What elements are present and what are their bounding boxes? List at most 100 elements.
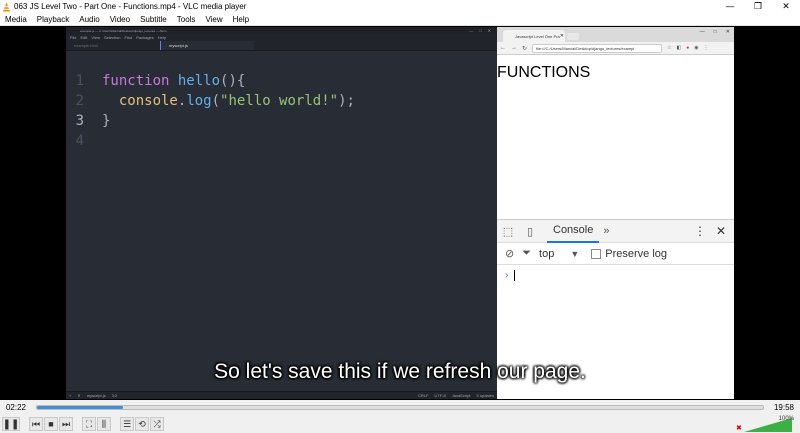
mute-icon: ✖ xyxy=(736,425,742,432)
code-line: function hello(){ xyxy=(102,71,355,91)
reload-icon: ↻ xyxy=(522,45,528,52)
window-title: 063 JS Level Two - Part One - Functions.… xyxy=(14,2,247,11)
code-editor: example.js — C:\Users\Marcial\Desktop\dj… xyxy=(66,27,497,399)
extended-settings-button[interactable]: ⫼ xyxy=(97,417,111,431)
editor-menu-file: File xyxy=(70,35,77,40)
console-toolbar: ⊘ ⏷ top ▼ Preserve log xyxy=(497,243,734,265)
browser-tab-title: Javascript Level One Pra xyxy=(515,33,560,39)
editor-body: 1 2 3 4 function hello(){ console.log("h… xyxy=(66,51,497,378)
status-grammar: JavaScript xyxy=(451,393,471,398)
editor-tab-myscript-js: myscript.js xyxy=(160,41,254,50)
editor-title: example.js — C:\Users\Marcial\Desktop\dj… xyxy=(80,28,167,33)
dropdown-arrow-icon: ▼ xyxy=(570,248,580,259)
function-name: hello xyxy=(177,73,221,89)
pause-button[interactable]: ❚❚ xyxy=(2,417,20,431)
prompt-chevron-icon: › xyxy=(505,269,509,281)
editor-menu: File Edit View Selection Find Packages H… xyxy=(66,34,497,41)
shuffle-icon: ⤮ xyxy=(153,418,161,429)
code-line: console.log("hello world!"); xyxy=(102,91,355,111)
volume-percent: 100% xyxy=(778,416,794,422)
vlc-menu-bar: Media Playback Audio Video Subtitle Tool… xyxy=(0,13,800,26)
next-icon: ⏭ xyxy=(61,418,71,429)
menu-subtitle[interactable]: Subtitle xyxy=(135,15,172,24)
devtools-tab-bar: ⬚ ▯ Console » ⋮ ✕ xyxy=(497,220,734,243)
volume-control[interactable]: ✖ 100% xyxy=(736,416,796,432)
browser-maximize-icon: □ xyxy=(713,29,717,35)
previous-button[interactable]: ⏮ xyxy=(29,417,43,431)
loop-button[interactable]: ⟲ xyxy=(135,417,149,431)
log-method: log xyxy=(186,93,212,109)
bookmark-star-icon: ☆ xyxy=(667,45,672,51)
new-tab-icon xyxy=(567,33,579,40)
browser-tab-close-icon: ✕ xyxy=(559,33,564,39)
equalizer-icon: ⫼ xyxy=(101,418,107,429)
playlist-button[interactable]: ☰ xyxy=(120,417,134,431)
address-bar-url: file:///C:/Users/Marcial/Desktop/django_… xyxy=(536,45,635,51)
editor-menu-help: Help xyxy=(157,35,167,40)
address-bar: file:///C:/Users/Marcial/Desktop/django_… xyxy=(532,43,663,53)
stop-icon: ■ xyxy=(48,419,54,429)
browser-toolbar: ← → ↻ file:///C:/Users/Marcial/Desktop/d… xyxy=(497,42,734,55)
menu-playback[interactable]: Playback xyxy=(32,15,74,24)
menu-help[interactable]: Help xyxy=(228,15,254,24)
preserve-log-label: Preserve log xyxy=(605,247,668,260)
add-file-icon: + xyxy=(69,393,72,398)
console-prompt: › xyxy=(497,265,734,285)
extension-icon: ◉ xyxy=(694,45,699,51)
vlc-cone-icon xyxy=(2,2,11,11)
context-selector: top xyxy=(539,247,555,260)
editor-tab-example-html: example.html xyxy=(74,43,98,48)
close-button[interactable]: ✕ xyxy=(772,0,800,13)
console-tab: Console xyxy=(547,220,600,243)
restore-button[interactable]: ❐ xyxy=(744,0,772,13)
menu-media[interactable]: Media xyxy=(0,15,32,24)
close-file-icon: ✕ xyxy=(77,393,81,398)
minimize-button[interactable]: — xyxy=(716,0,744,13)
menu-tools[interactable]: Tools xyxy=(172,15,201,24)
loop-icon: ⟲ xyxy=(138,418,146,429)
next-button[interactable]: ⏭ xyxy=(59,417,73,431)
code-line: } xyxy=(102,111,355,131)
browser-tab-strip: Javascript Level One Pra ✕ — □ ✕ xyxy=(497,27,734,42)
editor-minimize-icon: — xyxy=(469,28,474,33)
editor-close-icon: ✕ xyxy=(487,28,491,33)
fullscreen-button[interactable]: ⛶ xyxy=(82,417,96,431)
browser-menu-icon: ⋮ xyxy=(703,45,709,51)
pause-icon: ❚❚ xyxy=(2,418,20,430)
editor-menu-selection: Selection xyxy=(103,35,121,40)
elapsed-time: 02:22 xyxy=(5,403,27,412)
forward-arrow-icon: → xyxy=(511,45,517,51)
string-literal: "hello world!" xyxy=(220,93,339,109)
menu-view[interactable]: View xyxy=(200,15,227,24)
preserve-log-checkbox xyxy=(591,248,602,259)
browser-close-icon: ✕ xyxy=(725,29,730,35)
keyword-function: function xyxy=(102,73,170,89)
console-object: console xyxy=(118,93,178,109)
menu-video[interactable]: Video xyxy=(105,15,135,24)
browser-tab: Javascript Level One Pra ✕ xyxy=(503,30,565,42)
browser-minimize-icon: — xyxy=(699,29,705,35)
playlist-icon: ☰ xyxy=(122,418,132,429)
web-page: FUNCTIONS xyxy=(497,55,734,235)
extension-icon: ◧ xyxy=(676,45,682,51)
player-controls: ❚❚ ⏮ ■ ⏭ ⛶ ⫼ ☰ ⟲ ⤮ ✖ 100% xyxy=(0,415,800,433)
browser-window: Javascript Level One Pra ✕ — □ ✕ ← → ↻ fil… xyxy=(497,27,734,399)
editor-menu-packages: Packages xyxy=(136,35,154,40)
editor-status-bar: + ✕ myscript.js 3:2 CRLF UTF-8 JavaScrip… xyxy=(66,391,497,399)
code-punct: } xyxy=(102,113,111,129)
device-toolbar-icon: ▯ xyxy=(526,225,534,238)
seek-bar[interactable] xyxy=(36,405,764,410)
editor-menu-edit: Edit xyxy=(80,35,88,40)
seek-row: 02:22 19:58 xyxy=(0,400,800,415)
stop-button[interactable]: ■ xyxy=(44,417,58,431)
inspect-element-icon: ⬚ xyxy=(502,225,514,238)
editor-maximize-icon: □ xyxy=(479,28,482,33)
menu-audio[interactable]: Audio xyxy=(74,15,104,24)
code-punct: (){ xyxy=(220,73,246,89)
filter-icon: ⏷ xyxy=(522,247,532,259)
editor-title-bar: example.js — C:\Users\Marcial\Desktop\dj… xyxy=(66,27,497,34)
code-punct: ); xyxy=(338,93,355,109)
status-file: myscript.js xyxy=(86,393,106,398)
vlc-title-bar: 063 JS Level Two - Part One - Functions.… xyxy=(0,0,800,13)
shuffle-button[interactable]: ⤮ xyxy=(150,417,164,431)
